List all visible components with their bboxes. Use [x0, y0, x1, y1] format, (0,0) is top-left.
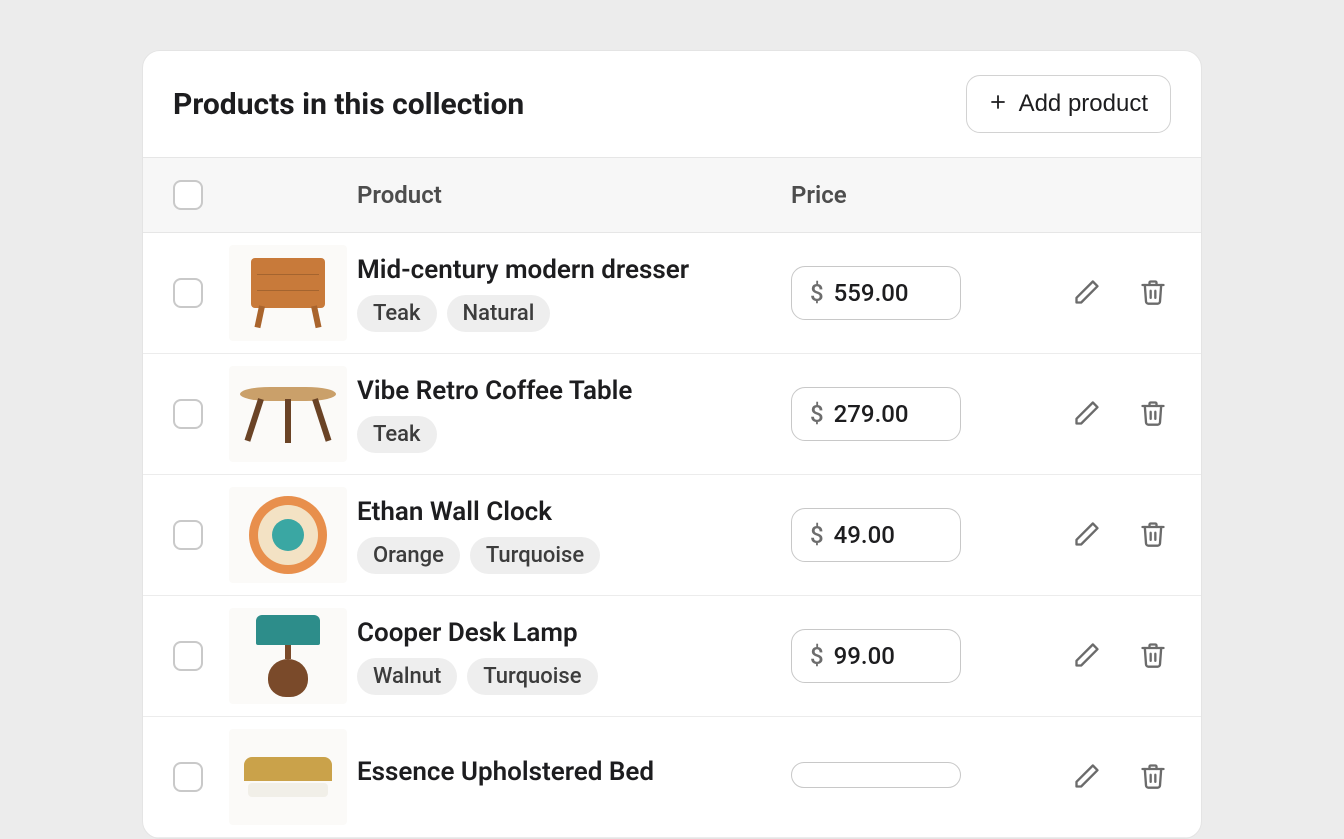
- column-header-product: Product: [357, 181, 791, 209]
- currency-symbol: $: [810, 642, 824, 670]
- product-tag: Turquoise: [470, 537, 600, 574]
- product-rows: Mid-century modern dresser Teak Natural $55…: [143, 233, 1201, 838]
- table-row: Cooper Desk Lamp Walnut Turquoise $99.00: [143, 596, 1201, 717]
- price-input[interactable]: [791, 762, 961, 788]
- column-header-price: Price: [791, 181, 1021, 209]
- product-tags: Walnut Turquoise: [357, 658, 791, 695]
- select-all-checkbox[interactable]: [173, 180, 203, 210]
- add-product-button[interactable]: Add product: [966, 75, 1171, 133]
- delete-button[interactable]: [1135, 274, 1171, 313]
- trash-icon: [1139, 778, 1167, 793]
- product-thumbnail: [229, 245, 347, 341]
- trash-icon: [1139, 294, 1167, 309]
- price-input[interactable]: $559.00: [791, 266, 961, 320]
- row-checkbox[interactable]: [173, 278, 203, 308]
- edit-button[interactable]: [1069, 637, 1105, 676]
- edit-button[interactable]: [1069, 274, 1105, 313]
- table-row: Essence Upholstered Bed: [143, 717, 1201, 838]
- trash-icon: [1139, 657, 1167, 672]
- product-tags: Teak Natural: [357, 295, 791, 332]
- row-checkbox[interactable]: [173, 520, 203, 550]
- plus-icon: [989, 90, 1007, 118]
- price-value: 49.00: [834, 521, 895, 549]
- product-tags: Teak: [357, 416, 791, 453]
- table-row: Mid-century modern dresser Teak Natural $55…: [143, 233, 1201, 354]
- delete-button[interactable]: [1135, 758, 1171, 797]
- product-name: Mid-century modern dresser: [357, 255, 791, 285]
- product-name: Essence Upholstered Bed: [357, 757, 791, 787]
- product-tag: Teak: [357, 295, 437, 332]
- card-title: Products in this collection: [173, 87, 524, 122]
- row-checkbox[interactable]: [173, 399, 203, 429]
- price-input[interactable]: $49.00: [791, 508, 961, 562]
- price-value: 99.00: [834, 642, 895, 670]
- table-row: Vibe Retro Coffee Table Teak $279.00: [143, 354, 1201, 475]
- product-thumbnail: [229, 487, 347, 583]
- table-row: Ethan Wall Clock Orange Turquoise $49.00: [143, 475, 1201, 596]
- row-checkbox[interactable]: [173, 641, 203, 671]
- product-name: Cooper Desk Lamp: [357, 618, 791, 648]
- product-name: Vibe Retro Coffee Table: [357, 376, 791, 406]
- row-checkbox[interactable]: [173, 762, 203, 792]
- delete-button[interactable]: [1135, 516, 1171, 555]
- card-header: Products in this collection Add product: [143, 51, 1201, 157]
- edit-button[interactable]: [1069, 758, 1105, 797]
- delete-button[interactable]: [1135, 637, 1171, 676]
- currency-symbol: $: [810, 279, 824, 307]
- price-value: 559.00: [834, 279, 909, 307]
- add-product-label: Add product: [1019, 90, 1148, 118]
- product-tag: Walnut: [357, 658, 457, 695]
- collection-products-card: Products in this collection Add product …: [142, 50, 1202, 839]
- pencil-icon: [1073, 294, 1101, 309]
- edit-button[interactable]: [1069, 516, 1105, 555]
- price-input[interactable]: $99.00: [791, 629, 961, 683]
- product-name: Ethan Wall Clock: [357, 497, 791, 527]
- delete-button[interactable]: [1135, 395, 1171, 434]
- product-thumbnail: [229, 608, 347, 704]
- product-tag: Natural: [447, 295, 551, 332]
- product-thumbnail: [229, 729, 347, 825]
- product-tag: Turquoise: [467, 658, 597, 695]
- price-value: 279.00: [834, 400, 909, 428]
- product-tags: Orange Turquoise: [357, 537, 791, 574]
- currency-symbol: $: [810, 521, 824, 549]
- edit-button[interactable]: [1069, 395, 1105, 434]
- table-header: Product Price: [143, 157, 1201, 233]
- product-tag: Teak: [357, 416, 437, 453]
- pencil-icon: [1073, 657, 1101, 672]
- product-thumbnail: [229, 366, 347, 462]
- product-tag: Orange: [357, 537, 460, 574]
- currency-symbol: $: [810, 400, 824, 428]
- pencil-icon: [1073, 415, 1101, 430]
- trash-icon: [1139, 415, 1167, 430]
- pencil-icon: [1073, 778, 1101, 793]
- pencil-icon: [1073, 536, 1101, 551]
- trash-icon: [1139, 536, 1167, 551]
- price-input[interactable]: $279.00: [791, 387, 961, 441]
